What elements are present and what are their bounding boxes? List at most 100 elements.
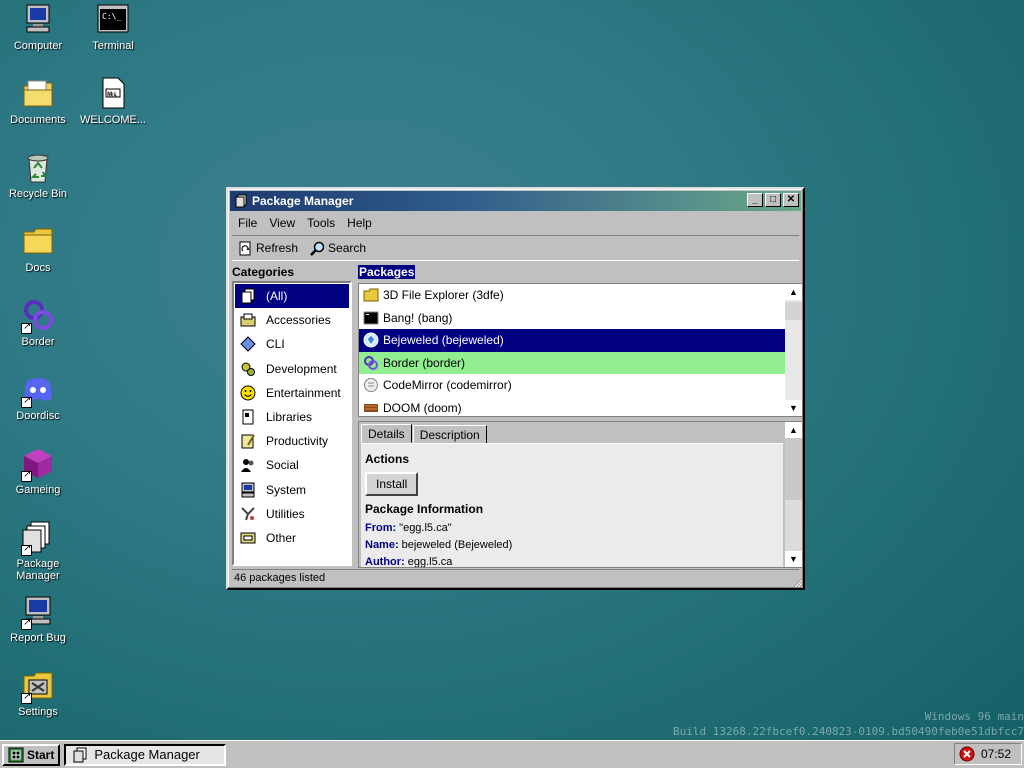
desktop-icon-documents[interactable]: Documents [0,76,76,126]
category-utilities[interactable]: Utilities [235,502,349,526]
menu-file[interactable]: File [232,216,263,230]
recycle-bin-icon [21,150,55,184]
category-system[interactable]: System [235,478,349,502]
start-label: Start [27,747,55,762]
desktop-icon-label: Documents [10,114,66,126]
package-row-3dfe[interactable]: 3D File Explorer (3dfe) [359,284,785,307]
category-social[interactable]: Social [235,453,349,477]
desktop-icon-package-manager[interactable]: Package Manager [0,520,76,582]
info-from: From: "egg.l5.ca" [365,522,779,535]
minimize-button[interactable]: _ [747,193,763,207]
desktop-icon-gameing[interactable]: Gameing [0,446,76,496]
details-panel: Details Description Actions Install Pack… [358,421,803,568]
task-label: Package Manager [94,747,200,762]
social-icon [239,457,257,473]
category-accessories[interactable]: Accessories [235,308,349,332]
category-other[interactable]: Other [235,526,349,550]
menu-help[interactable]: Help [341,216,378,230]
desktop-icon-doordisc[interactable]: Doordisc [0,372,76,422]
desktop-icon-settings[interactable]: Settings [0,668,76,718]
desktop-icon-recycle-bin[interactable]: Recycle Bin [0,150,76,200]
desktop-icon-border[interactable]: Border [0,298,76,348]
all-icon [239,288,257,304]
category-development[interactable]: Development [235,357,349,381]
desktop-icon-label: Terminal [92,40,134,52]
packages-heading: Packages [358,265,416,279]
accessories-icon [239,312,257,328]
refresh-icon [239,241,251,255]
chevron-down-icon: ▼ [789,554,798,564]
desktop-icon-label: Computer [13,40,63,52]
start-logo-icon [8,747,24,762]
scroll-thumb[interactable] [785,438,802,500]
codemirror-icon [363,377,379,393]
package-label: CodeMirror (codemirror) [383,378,512,393]
computer-icon [21,2,55,36]
desktop-icon-report-bug[interactable]: Report Bug [0,594,76,644]
package-row-bang[interactable]: Bang! (bang) [359,307,785,330]
install-button[interactable]: Install [365,472,419,496]
category-libraries[interactable]: Libraries [235,405,349,429]
system-tray: 07:52 [954,743,1022,765]
scroll-down-button[interactable]: ▼ [785,551,802,567]
desktop-icon-label: Package Manager [16,558,60,582]
info-author: Author: egg.l5.ca [365,556,779,567]
start-button[interactable]: Start [2,743,61,766]
clock[interactable]: 07:52 [981,747,1011,761]
category-productivity[interactable]: Productivity [235,429,349,453]
menu-bar: File View Tools Help [232,213,378,233]
package-label: Bejeweled (bejeweled) [383,333,504,348]
menu-view[interactable]: View [263,216,301,230]
scroll-up-button[interactable]: ▲ [785,422,802,438]
close-button[interactable]: ✕ [783,193,799,207]
categories-heading: Categories [232,265,295,279]
toolbar: Refresh Search [232,235,799,261]
error-icon[interactable] [959,746,975,762]
discord-icon [21,372,55,408]
tab-details[interactable]: Details [361,424,412,443]
desktop-icon-docs[interactable]: Docs [0,224,76,274]
category-cli[interactable]: CLI [235,332,349,356]
development-icon [239,361,257,377]
category-label: CLI [266,337,285,352]
category-label: (All) [266,289,288,304]
category-label: Other [266,530,297,545]
package-row-codemirror[interactable]: CodeMirror (codemirror) [359,374,785,397]
package-label: Bang! (bang) [383,310,453,325]
details-tabs: Details Description [361,424,488,444]
desktop-icon-welcome[interactable]: M↓ WELCOME... [75,76,151,126]
desktop-icon-label: Gameing [15,484,61,496]
package-manager-icon [21,520,55,556]
search-button[interactable]: Search [306,239,370,258]
menu-tools[interactable]: Tools [301,216,341,230]
category-entertainment[interactable]: Entertainment [235,381,349,405]
scroll-down-button[interactable]: ▼ [785,400,802,416]
scroll-up-button[interactable]: ▲ [785,284,802,300]
details-scrollbar[interactable]: ▲ ▼ [785,422,802,567]
package-row-bejeweled[interactable]: Bejeweled (bejeweled) [359,329,785,352]
refresh-button[interactable]: Refresh [234,239,302,258]
desktop-icon-label: Doordisc [16,410,60,422]
chevron-down-icon: ▼ [789,403,798,413]
categories-list: (All) Accessories CLI Development Entert… [232,281,352,566]
desktop-icon-computer[interactable]: Computer [0,2,76,52]
svg-text:C:\_: C:\_ [102,12,121,21]
details-content: Actions Install Package Information From… [361,443,783,567]
category-all[interactable]: (All) [235,284,349,309]
package-row-doom[interactable]: DOOM (doom) [359,397,785,417]
package-manager-window[interactable]: Package Manager _ □ ✕ File View Tools He… [226,187,805,590]
tab-description[interactable]: Description [412,425,487,444]
taskbar: Start Package Manager 07:52 [0,740,1024,768]
title-bar[interactable]: Package Manager _ □ ✕ [230,191,801,211]
package-row-border[interactable]: Border (border) [359,351,785,374]
category-label: System [266,482,307,497]
info-value: egg.l5.ca [407,556,453,567]
packages-scrollbar[interactable]: ▲ ▼ [785,284,802,416]
taskbar-package-manager[interactable]: Package Manager [64,743,227,766]
maximize-button[interactable]: □ [765,193,781,207]
desktop-icon-terminal[interactable]: C:\_ Terminal [75,2,151,52]
scroll-thumb[interactable] [785,302,802,320]
resize-grip-icon[interactable] [791,576,803,588]
desktop-icon-label: Settings [18,706,58,718]
cli-icon [239,336,257,353]
